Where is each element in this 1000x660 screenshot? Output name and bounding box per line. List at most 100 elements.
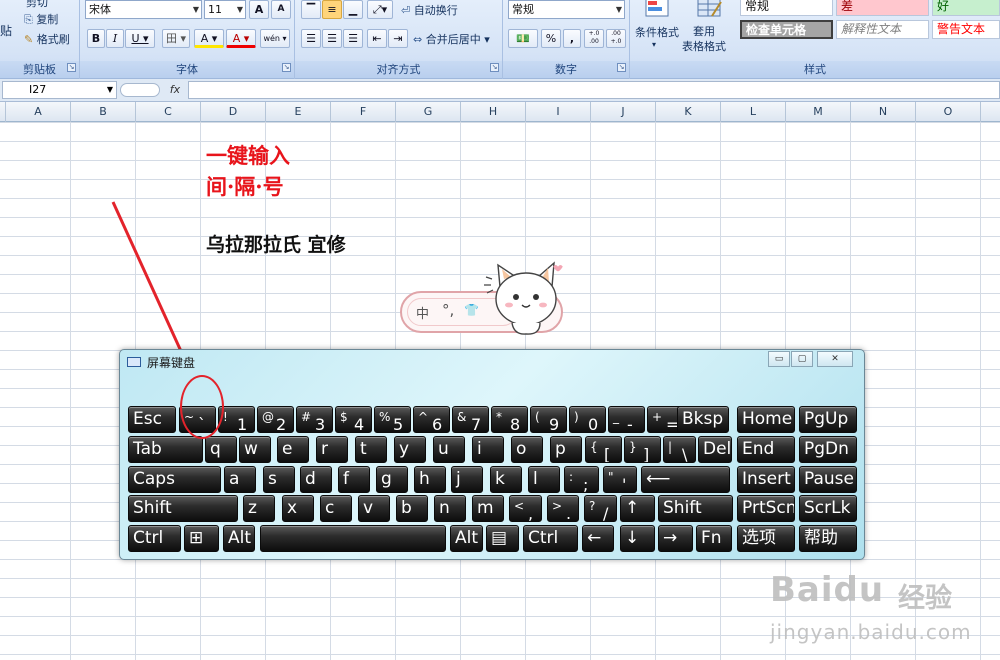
font-name-select[interactable]: 宋体 ▼ [85,0,202,19]
key-0-12--[interactable]: _ - [608,406,645,433]
key-3-10--[interactable]: ? / [584,495,617,522]
key-3-6-n[interactable]: n [434,495,466,522]
conditional-format-button[interactable]: 条件格式 [635,24,679,40]
key-4-9--[interactable]: → [658,525,693,552]
key-4-5--[interactable]: ▤ [486,525,519,552]
column-header-d[interactable]: D [201,102,266,122]
style-explanatory[interactable]: 解释性文本 [836,20,929,39]
align-center-button[interactable]: ☰ [322,29,342,48]
style-bad[interactable]: 差 [836,0,929,16]
key-2-7-j[interactable]: j [451,466,483,493]
key-2-8-k[interactable]: k [490,466,522,493]
copy-button[interactable]: ⎘ 复制 [24,11,58,27]
key-3-11--[interactable]: ↑ [620,495,655,522]
align-top-button[interactable]: ▔ [301,0,321,19]
key-3-5-b[interactable]: b [396,495,428,522]
key-4-2-alt[interactable]: Alt [223,525,255,552]
align-right-button[interactable]: ☰ [343,29,363,48]
key-4-10-fn[interactable]: Fn [696,525,732,552]
key-1-1-q[interactable]: q [205,436,237,463]
italic-button[interactable]: I [106,29,124,48]
key-3-7-m[interactable]: m [472,495,504,522]
orientation-button[interactable]: ⤢▾ [367,0,393,19]
key-1-3-e[interactable]: e [277,436,309,463]
align-bottom-button[interactable]: ▁ [343,0,363,19]
key-1-6-y[interactable]: y [394,436,426,463]
underline-button[interactable]: U ▾ [125,29,155,48]
merge-center-button[interactable]: ⇔ 合并后居中 ▾ [413,31,490,47]
column-header-j[interactable]: J [591,102,656,122]
key-4-6-ctrl[interactable]: Ctrl [523,525,578,552]
key-2-2-s[interactable]: s [263,466,295,493]
border-button[interactable]: 田 ▾ [162,29,190,48]
key-0-6-5[interactable]: % 5 [374,406,411,433]
key-3-0-shift[interactable]: Shift [128,495,238,522]
key-3-8--[interactable]: <, [509,495,542,522]
key-2-14-pause[interactable]: Pause [799,466,857,493]
column-header-n[interactable]: N [851,102,916,122]
key-4-4-alt[interactable]: Alt [450,525,483,552]
key-2-5-g[interactable]: g [376,466,408,493]
key-3-13-prtscn[interactable]: PrtScn [737,495,795,522]
key-2-12--[interactable]: ⟵ [641,466,730,493]
key-1-11--[interactable]: {[ [585,436,622,463]
alignment-launcher-icon[interactable]: ↘ [490,63,499,72]
column-header-b[interactable]: B [71,102,136,122]
shrink-font-button[interactable]: A [271,0,291,19]
key-2-4-f[interactable]: f [338,466,370,493]
key-2-0-caps[interactable]: Caps [128,466,221,493]
insert-function-icon[interactable]: fx [165,82,185,98]
wrap-text-button[interactable]: ⏎ 自动换行 [401,2,458,18]
key-3-4-v[interactable]: v [358,495,390,522]
name-box[interactable]: I27 ▼ [2,81,117,99]
key-2-3-d[interactable]: d [300,466,332,493]
paste-button[interactable]: 贴 [0,22,12,39]
key-2-6-h[interactable]: h [414,466,446,493]
key-0-14-bksp[interactable]: Bksp [677,406,729,433]
key-3-1-z[interactable]: z [243,495,275,522]
key-2-1-a[interactable]: a [224,466,256,493]
ime-mode-toggle[interactable]: 中 [416,303,429,322]
font-size-select[interactable]: 11 ▼ [204,0,246,19]
style-warning[interactable]: 警告文本 [932,20,1000,39]
column-header-c[interactable]: C [136,102,201,122]
key-1-9-o[interactable]: o [511,436,543,463]
key-3-2-x[interactable]: x [282,495,314,522]
ime-skin-icon[interactable]: 👕 [464,303,479,317]
key-0-9-8[interactable]: * 8 [491,406,528,433]
key-0-15-home[interactable]: Home [737,406,795,433]
ime-punctuation-toggle[interactable]: °, [442,301,454,319]
table-format-button[interactable]: 套用 表格格式 [682,24,726,54]
column-header-h[interactable]: H [461,102,526,122]
key-0-16-pgup[interactable]: PgUp [799,406,857,433]
font-launcher-icon[interactable]: ↘ [282,63,291,72]
key-4-3-space[interactable] [260,525,446,552]
accounting-button[interactable]: 💵 [508,29,538,48]
style-good[interactable]: 好 [932,0,1000,16]
key-1-12--[interactable]: }] [624,436,661,463]
key-1-7-u[interactable]: u [433,436,465,463]
key-2-13-insert[interactable]: Insert [737,466,795,493]
minimize-button[interactable]: ▭ [768,351,790,367]
key-4-0-ctrl[interactable]: Ctrl [128,525,181,552]
key-3-9--[interactable]: >. [547,495,579,522]
close-button[interactable]: ✕ [817,351,853,367]
key-4-11--[interactable]: 选项 [737,525,795,552]
comma-button[interactable]: , [563,29,581,48]
increase-indent-button[interactable]: ⇥ [388,29,408,48]
phonetic-button[interactable]: wén ▾ [260,29,290,48]
align-left-button[interactable]: ☰ [301,29,321,48]
key-1-13--[interactable]: | \ [663,436,696,463]
key-4-8--[interactable]: ↓ [620,525,655,552]
bold-button[interactable]: B [87,29,105,48]
fill-color-button[interactable]: A ▾ [194,29,224,48]
column-header-g[interactable]: G [396,102,461,122]
key-0-0-esc[interactable]: Esc [128,406,176,433]
key-0-3-2[interactable]: @2 [257,406,294,433]
maximize-button[interactable]: ▢ [791,351,813,367]
format-painter-button[interactable]: ✎ 格式刷 [24,31,70,47]
column-header-a[interactable]: A [6,102,71,122]
grow-font-button[interactable]: A [249,0,269,19]
key-4-1--[interactable]: ⊞ [184,525,219,552]
key-0-11-0[interactable]: ) 0 [569,406,606,433]
